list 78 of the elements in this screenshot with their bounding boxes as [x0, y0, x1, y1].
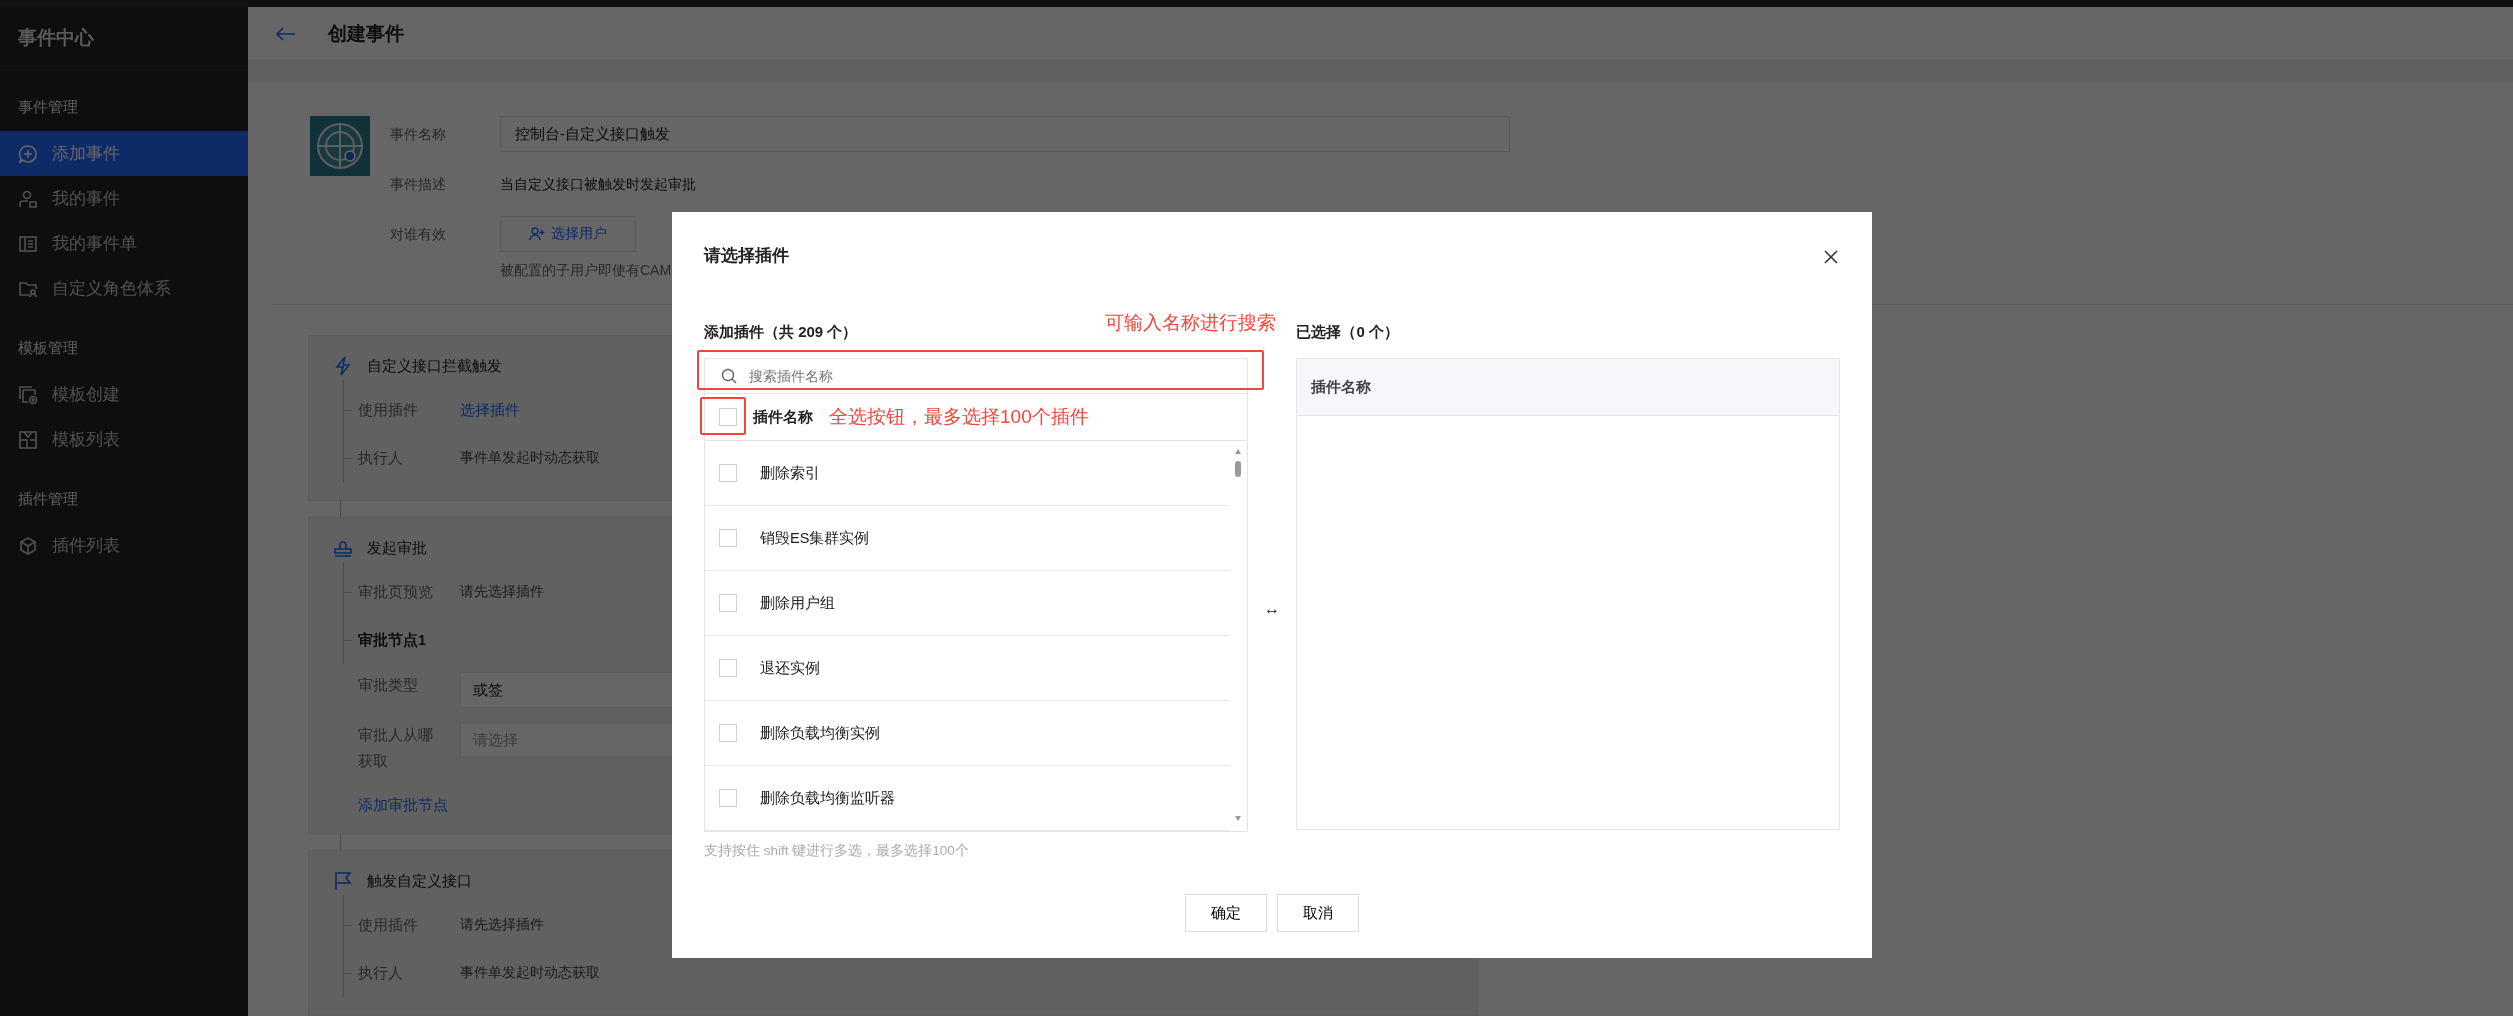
help-text: 支持按住 shift 键进行多选，最多选择100个 [704, 842, 970, 860]
step-title: 发起审批 [367, 538, 427, 558]
plugin-row[interactable]: 删除索引 [705, 441, 1229, 506]
stamp-icon [333, 538, 353, 558]
column-header: 插件名称 [753, 407, 813, 427]
plugin-row[interactable]: 删除用户组 [705, 571, 1229, 636]
transfer-icon: ↔ [1264, 600, 1280, 618]
plugin-row[interactable]: 销毁ES集群实例 [705, 506, 1229, 571]
nav-item[interactable]: 添加事件 [0, 131, 248, 176]
plugin-row[interactable]: 删除负载均衡实例 [705, 701, 1229, 766]
flag-icon [333, 871, 353, 891]
select-plugin-link[interactable]: 选择插件 [460, 400, 520, 420]
close-icon[interactable] [1824, 250, 1838, 264]
field-value: 当自定义接口被触发时发起审批 [500, 175, 696, 194]
node-title: 审批节点1 [358, 630, 428, 650]
field-label: 使用插件 [358, 915, 419, 935]
checkbox[interactable] [719, 724, 737, 742]
highlight-frame [700, 397, 746, 435]
page-title: 创建事件 [328, 21, 404, 46]
template-icon [18, 429, 38, 450]
select-user-button[interactable]: 选择用户 [500, 216, 636, 252]
lightning-icon [333, 356, 353, 376]
plugin-row[interactable]: 删除负载均衡监听器 [705, 766, 1229, 831]
plugin-row[interactable]: 退还实例 [705, 636, 1229, 701]
field-value: 事件单发起时动态获取 [460, 449, 600, 467]
annotation-text: 全选按钮，最多选择100个插件 [829, 405, 1089, 429]
plus-bubble-icon [18, 143, 38, 164]
nav-item[interactable]: 模板创建 [0, 372, 248, 417]
nav-item[interactable]: 自定义角色体系 [0, 266, 248, 311]
field-label: 使用插件 [358, 400, 419, 420]
copy-plus-icon [18, 384, 38, 405]
plugin-name: 删除用户组 [760, 593, 835, 613]
help-text: 被配置的子用户即使有CAM [500, 262, 672, 280]
field-label: 执行人 [358, 448, 404, 468]
name-input[interactable]: 控制台-自定义接口触发 [500, 116, 1510, 152]
field-value: 请先选择插件 [460, 583, 544, 601]
nav-item[interactable]: 模板列表 [0, 417, 248, 462]
panel-title: 添加插件（共 209 个） [704, 322, 858, 342]
nav-item[interactable]: 插件列表 [0, 523, 248, 568]
dialog-title: 请选择插件 [704, 245, 789, 267]
confirm-button[interactable]: 确定 [1185, 894, 1267, 932]
user-icon [18, 188, 38, 209]
group-label: 插件管理 [17, 489, 79, 509]
cube-icon [18, 535, 38, 556]
checkbox[interactable] [719, 594, 737, 612]
plugin-name: 删除负载均衡监听器 [760, 788, 895, 808]
checkbox[interactable] [719, 789, 737, 807]
field-label: 审批人从哪获取 [358, 726, 434, 771]
field-value: 事件单发起时动态获取 [460, 964, 600, 982]
nav-item[interactable]: 我的事件 [0, 176, 248, 221]
select-all-checkbox[interactable] [719, 408, 737, 426]
step-title: 自定义接口拦截触发 [367, 356, 502, 376]
column-header: 插件名称 [1297, 359, 1839, 416]
field-value: 请先选择插件 [460, 916, 544, 934]
field-label: 审批页预览 [358, 582, 434, 602]
field-label: 执行人 [358, 963, 404, 983]
plugin-name: 删除索引 [760, 463, 820, 483]
user-plus-icon [529, 226, 545, 242]
search-icon [721, 368, 737, 384]
field-label: 对谁有效 [390, 225, 447, 244]
step-title: 触发自定义接口 [367, 871, 472, 891]
checkbox[interactable] [719, 659, 737, 677]
field-label: 事件描述 [390, 175, 447, 194]
group-label: 模板管理 [17, 338, 79, 358]
group-label: 事件管理 [17, 97, 79, 117]
nav-item[interactable]: 我的事件单 [0, 221, 248, 266]
back-arrow-icon[interactable] [276, 26, 296, 41]
field-label: 事件名称 [390, 125, 447, 144]
checkbox[interactable] [719, 464, 737, 482]
annotation-text: 可输入名称进行搜索 [1105, 311, 1276, 335]
cancel-button[interactable]: 取消 [1277, 894, 1359, 932]
document-icon [18, 233, 38, 254]
plugin-name: 删除负载均衡实例 [760, 723, 880, 743]
panel-title: 已选择（0 个） [1296, 322, 1399, 342]
plugin-name: 退还实例 [760, 658, 820, 678]
checkbox[interactable] [719, 529, 737, 547]
radar-icon [310, 116, 370, 176]
plugin-name: 销毁ES集群实例 [760, 528, 870, 548]
